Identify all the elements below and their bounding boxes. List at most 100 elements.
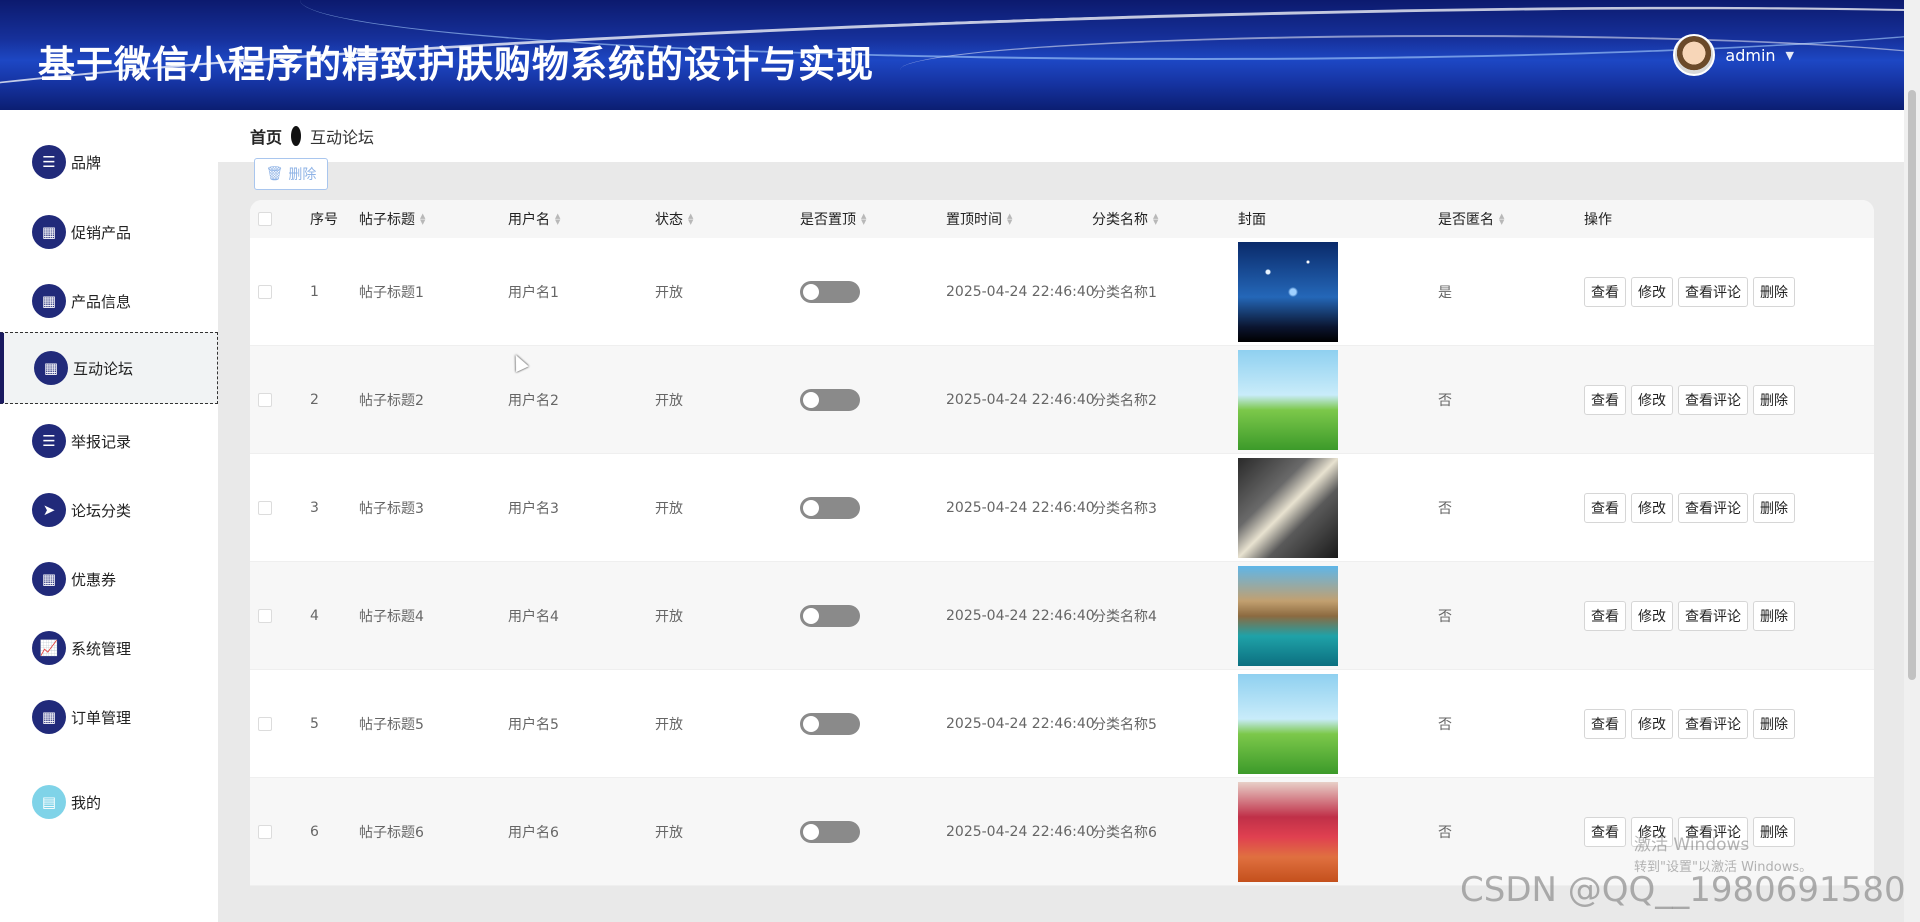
edit-button[interactable]: 修改 — [1631, 493, 1673, 523]
view-button[interactable]: 查看 — [1584, 493, 1626, 523]
header-username[interactable]: 用户名 ▲ ▼ — [508, 200, 560, 238]
breadcrumb-separator — [291, 126, 302, 146]
windows-activation-title: 激活 Windows — [1634, 835, 1750, 855]
page-scrollbar[interactable] — [1904, 0, 1920, 922]
view-button[interactable]: 查看 — [1584, 817, 1626, 847]
cell-anonymous: 否 — [1438, 501, 1452, 517]
sidebar-item[interactable]: ➤ 论坛分类 — [0, 474, 218, 546]
row-checkbox[interactable] — [258, 346, 272, 454]
scrollbar-thumb[interactable] — [1908, 90, 1916, 680]
edit-button[interactable]: 修改 — [1631, 709, 1673, 739]
header-category[interactable]: 分类名称 ▲ ▼ — [1092, 200, 1158, 238]
avatar[interactable] — [1673, 34, 1716, 76]
header-pinned[interactable]: 是否置顶 ▲ ▼ — [800, 200, 866, 238]
header-actions: 操作 — [1584, 212, 1612, 228]
cell-status: 开放 — [655, 501, 683, 517]
cell-status: 开放 — [655, 393, 683, 409]
view-comments-button[interactable]: 查看评论 — [1678, 385, 1748, 415]
breadcrumb-home[interactable]: 首页 — [250, 124, 282, 148]
chevron-down-icon[interactable]: ▼ — [1786, 49, 1794, 62]
view-comments-button[interactable]: 查看评论 — [1678, 277, 1748, 307]
edit-button[interactable]: 修改 — [1631, 277, 1673, 307]
cell-category: 分类名称4 — [1092, 609, 1157, 625]
sidebar-item[interactable]: ▦ 订单管理 — [0, 681, 218, 753]
send-icon: ➤ — [32, 493, 66, 527]
grid-icon: ▦ — [32, 562, 66, 596]
sidebar-item[interactable]: ☰ 品牌 — [0, 126, 218, 198]
view-button[interactable]: 查看 — [1584, 601, 1626, 631]
view-comments-button[interactable]: 查看评论 — [1678, 601, 1748, 631]
table-row: 1 帖子标题1 用户名1 开放 2025-04-24 22:46:40 分类名称1 是 查看修… — [250, 238, 1874, 346]
delete-button[interactable]: 删除 — [1753, 277, 1795, 307]
cell-title: 帖子标题4 — [359, 609, 424, 625]
sidebar-item[interactable]: ▦ 互动论坛 — [0, 332, 218, 404]
row-checkbox[interactable] — [258, 778, 272, 886]
delete-button[interactable]: 删除 — [1753, 709, 1795, 739]
sidebar-item[interactable]: ☰ 举报记录 — [0, 405, 218, 477]
header-index: 序号 — [310, 212, 338, 228]
app-title: 基于微信小程序的精致护肤购物系统的设计与实现 — [38, 43, 874, 86]
header-cover: 封面 — [1238, 212, 1266, 228]
row-checkbox[interactable] — [258, 454, 272, 562]
sidebar-item-label: 论坛分类 — [71, 501, 132, 520]
cell-category: 分类名称2 — [1092, 393, 1157, 409]
delete-button[interactable]: 删除 — [1753, 817, 1795, 847]
sidebar-item[interactable]: ▦ 优惠券 — [0, 543, 218, 615]
pinned-toggle[interactable] — [800, 778, 860, 886]
user-menu[interactable]: admin ▼ — [1673, 34, 1794, 76]
sidebar-item[interactable]: 📈 系统管理 — [0, 612, 218, 684]
view-button[interactable]: 查看 — [1584, 385, 1626, 415]
cell-title: 帖子标题5 — [359, 717, 424, 733]
batch-delete-button[interactable]: 🗑 删除 — [254, 158, 328, 190]
edit-button[interactable]: 修改 — [1631, 601, 1673, 631]
sidebar-item-label: 互动论坛 — [73, 359, 134, 378]
pinned-toggle[interactable] — [800, 670, 860, 778]
cell-username: 用户名3 — [508, 501, 559, 517]
cover-image — [1238, 778, 1338, 886]
cell-title: 帖子标题3 — [359, 501, 424, 517]
forum-table: 序号 帖子标题 ▲ ▼ 用户名 ▲ ▼ 状态 ▲ ▼ 是否置顶 ▲ ▼ 置顶时间 ▲ ▼ 分类名称 ▲… — [250, 200, 1874, 886]
sidebar-item[interactable]: ▦ 产品信息 — [0, 265, 218, 337]
cell-pin-time: 2025-04-24 22:46:40 — [946, 716, 1095, 732]
view-comments-button[interactable]: 查看评论 — [1678, 493, 1748, 523]
delete-button[interactable]: 删除 — [1753, 601, 1795, 631]
row-checkbox[interactable] — [258, 238, 272, 346]
breadcrumb-current: 互动论坛 — [310, 128, 375, 147]
pinned-toggle[interactable] — [800, 562, 860, 670]
row-checkbox[interactable] — [258, 670, 272, 778]
cell-username: 用户名6 — [508, 825, 559, 841]
sidebar-item-label: 产品信息 — [71, 292, 132, 311]
delete-button[interactable]: 删除 — [1753, 385, 1795, 415]
header-anonymous[interactable]: 是否匿名 ▲ ▼ — [1438, 200, 1504, 238]
cover-image — [1238, 454, 1338, 562]
cell-category: 分类名称6 — [1092, 825, 1157, 841]
view-comments-button[interactable]: 查看评论 — [1678, 709, 1748, 739]
delete-button[interactable]: 删除 — [1753, 493, 1795, 523]
pinned-toggle[interactable] — [800, 238, 860, 346]
main-content: 🗑 删除 序号 帖子标题 ▲ ▼ 用户名 ▲ ▼ 状态 ▲ ▼ 是否置顶 ▲ ▼ 置顶时间 ▲ ▼ … — [218, 158, 1904, 922]
sidebar-item[interactable]: ▤ 我的 — [0, 766, 218, 838]
header-title[interactable]: 帖子标题 ▲ ▼ — [359, 200, 425, 238]
username[interactable]: admin — [1725, 46, 1775, 65]
cell-category: 分类名称1 — [1092, 285, 1157, 301]
sidebar-item[interactable]: ▦ 促销产品 — [0, 196, 218, 268]
breadcrumb: 首页 互动论坛 — [218, 110, 1904, 162]
cover-image — [1238, 238, 1338, 346]
pinned-toggle[interactable] — [800, 346, 860, 454]
edit-button[interactable]: 修改 — [1631, 385, 1673, 415]
pinned-toggle[interactable] — [800, 454, 860, 562]
header-pin-time[interactable]: 置顶时间 ▲ ▼ — [946, 200, 1012, 238]
cell-anonymous: 是 — [1438, 285, 1452, 301]
card-icon: ▤ — [32, 785, 66, 819]
header-status[interactable]: 状态 ▲ ▼ — [655, 200, 693, 238]
row-actions: 查看 修改 查看评论 删除 — [1584, 562, 1795, 670]
select-all-checkbox[interactable] — [258, 200, 272, 238]
sidebar-item-label: 我的 — [71, 793, 102, 812]
view-button[interactable]: 查看 — [1584, 277, 1626, 307]
sort-icon: ▲ ▼ — [1153, 212, 1159, 226]
cell-username: 用户名5 — [508, 717, 559, 733]
row-actions: 查看 修改 查看评论 删除 — [1584, 238, 1795, 346]
view-button[interactable]: 查看 — [1584, 709, 1626, 739]
row-checkbox[interactable] — [258, 562, 272, 670]
sort-icon: ▲ ▼ — [555, 212, 561, 226]
